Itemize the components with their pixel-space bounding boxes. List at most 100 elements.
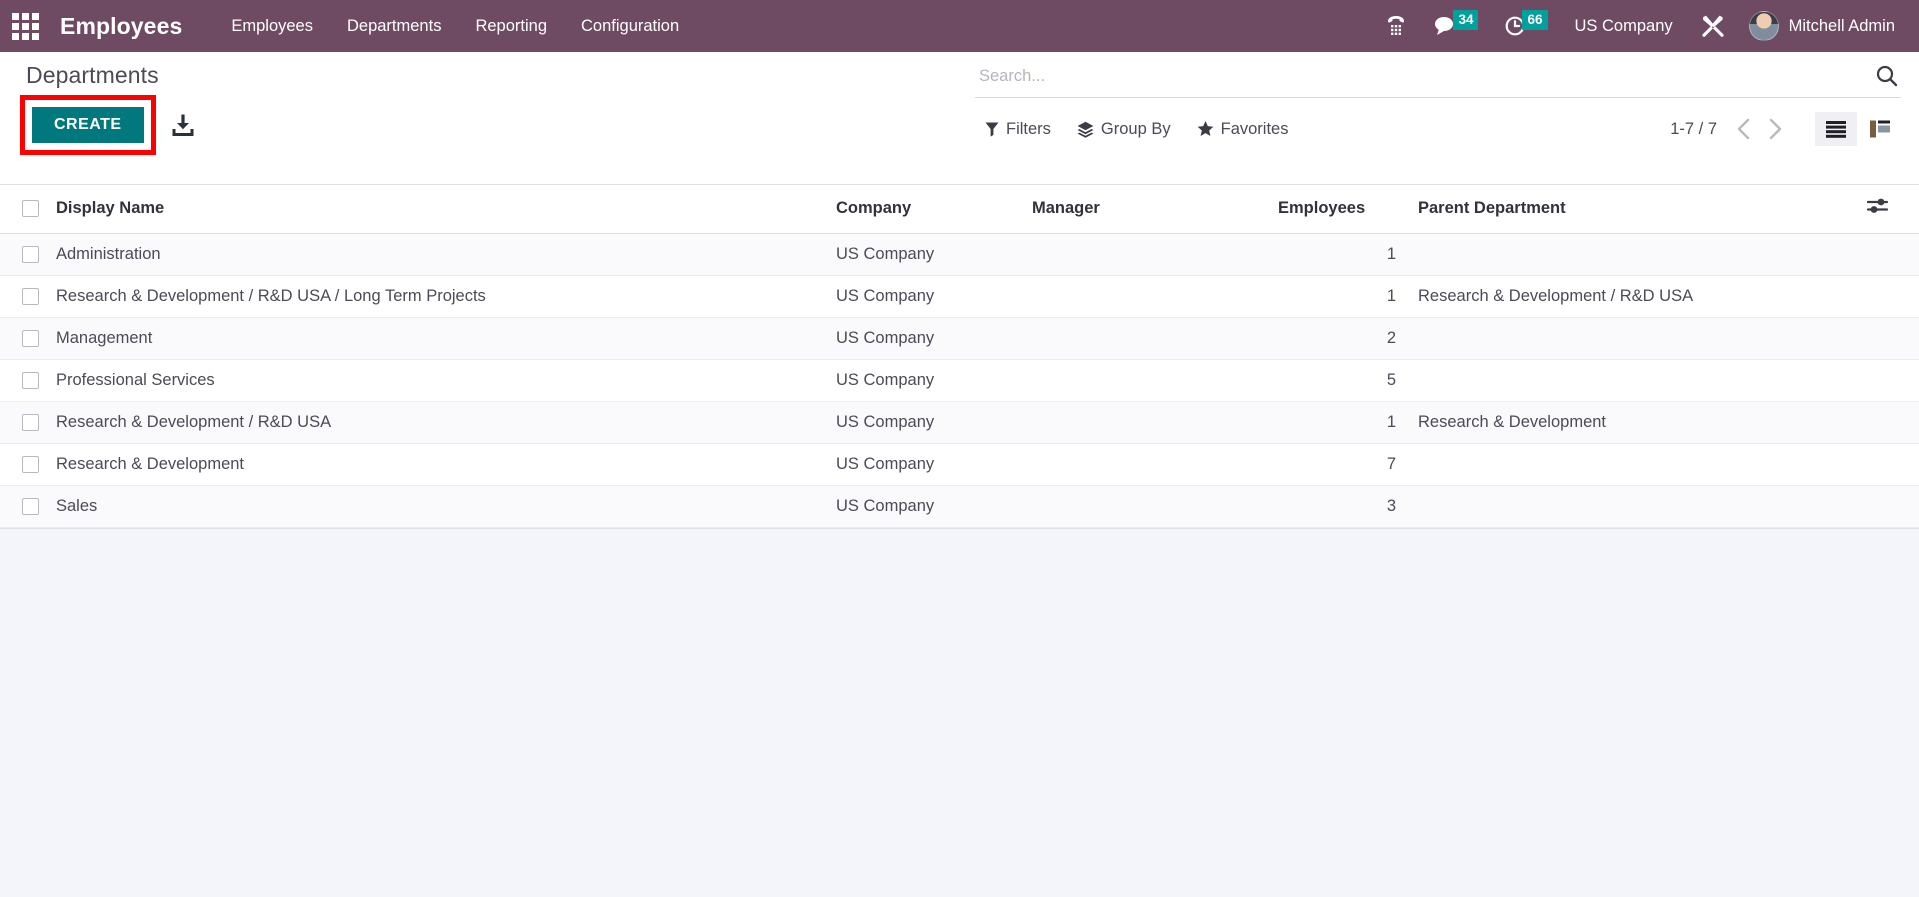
cell-display-name: Research & Development / R&D USA / Long … [52, 275, 832, 318]
cell-spacer [1863, 317, 1919, 360]
menu-item-employees[interactable]: Employees [214, 11, 330, 42]
kanban-view-icon[interactable] [1859, 112, 1901, 146]
empty-content-area [0, 529, 1919, 829]
cell-spacer [1863, 443, 1919, 486]
departments-list-view: Display Name Company Manager Employees P… [0, 185, 1919, 529]
voip-phone-button[interactable] [1372, 10, 1420, 42]
cell-manager [1028, 401, 1274, 444]
download-export-icon[interactable] [170, 112, 196, 138]
navbar-systray: 34 66 US Company Mitchell Admin [1372, 7, 1901, 45]
apps-grid-icon[interactable] [8, 9, 42, 43]
cell-company: US Company [832, 233, 1028, 276]
pager: 1-7 / 7 [1670, 112, 1901, 146]
row-checkbox[interactable] [22, 372, 39, 390]
menu-item-departments[interactable]: Departments [330, 11, 458, 42]
row-checkbox[interactable] [22, 456, 39, 474]
cell-employees: 2 [1274, 317, 1414, 360]
cell-company: US Company [832, 317, 1028, 360]
menu-item-configuration[interactable]: Configuration [564, 11, 696, 42]
row-select-cell [0, 485, 52, 528]
cell-company: US Company [832, 359, 1028, 402]
chevron-left-icon[interactable] [1729, 115, 1757, 143]
cell-parent-department [1414, 359, 1863, 402]
cell-spacer [1863, 275, 1919, 318]
cell-parent-department [1414, 233, 1863, 276]
table-row[interactable]: Professional Services US Company 5 [0, 359, 1919, 402]
main-menu: Employees Departments Reporting Configur… [214, 11, 696, 42]
filter-row: Filters Group By Favorites 1-7 / 7 [975, 112, 1901, 146]
column-header-company[interactable]: Company [832, 185, 1028, 234]
table-row[interactable]: Research & Development US Company 7 [0, 443, 1919, 486]
column-header-employees[interactable]: Employees [1274, 185, 1414, 234]
table-row[interactable]: Administration US Company 1 [0, 233, 1919, 276]
create-button[interactable]: CREATE [32, 107, 144, 143]
group-by-label: Group By [1100, 119, 1171, 138]
cell-employees: 1 [1274, 233, 1414, 276]
row-select-cell [0, 233, 52, 276]
row-checkbox[interactable] [22, 414, 39, 432]
menu-item-reporting[interactable]: Reporting [458, 11, 564, 42]
tools-icon [1700, 13, 1726, 39]
column-header-display-name[interactable]: Display Name [52, 185, 832, 234]
search-icon[interactable] [1867, 64, 1899, 88]
row-select-cell [0, 401, 52, 444]
pager-range[interactable]: 1-7 / 7 [1670, 120, 1725, 139]
row-checkbox[interactable] [22, 498, 39, 516]
cell-employees: 3 [1274, 485, 1414, 528]
settings-button[interactable] [1687, 9, 1739, 43]
table-row[interactable]: Management US Company 2 [0, 317, 1919, 360]
action-buttons: CREATE [20, 95, 196, 155]
favorites-dropdown[interactable]: Favorites [1187, 116, 1305, 143]
search-bar [975, 58, 1901, 98]
create-button-highlight: CREATE [20, 95, 156, 155]
cell-spacer [1863, 485, 1919, 528]
cell-display-name: Sales [52, 485, 832, 528]
user-name-label: Mitchell Admin [1788, 16, 1895, 35]
cell-manager [1028, 233, 1274, 276]
activities-count-badge: 66 [1522, 9, 1548, 31]
user-menu[interactable]: Mitchell Admin [1739, 7, 1901, 45]
select-all-checkbox[interactable] [22, 200, 39, 218]
view-switcher [1815, 112, 1901, 146]
activities-button[interactable]: 66 [1491, 9, 1560, 42]
filter-funnel-icon [985, 121, 999, 137]
cell-employees: 1 [1274, 401, 1414, 444]
list-view-icon[interactable] [1815, 112, 1857, 146]
row-select-cell [0, 317, 52, 360]
row-checkbox[interactable] [22, 246, 39, 264]
chevron-right-icon[interactable] [1761, 115, 1789, 143]
table-row[interactable]: Research & Development / R&D USA US Comp… [0, 401, 1919, 444]
filters-label: Filters [1006, 119, 1051, 138]
messages-button[interactable]: 34 [1420, 9, 1491, 42]
messages-count-badge: 34 [1453, 9, 1479, 31]
table-row[interactable]: Research & Development / R&D USA / Long … [0, 275, 1919, 318]
table-body: Administration US Company 1 Research & D… [0, 233, 1919, 528]
cell-company: US Company [832, 443, 1028, 486]
table-row[interactable]: Sales US Company 3 [0, 485, 1919, 528]
cell-spacer [1863, 233, 1919, 276]
layers-icon [1077, 121, 1094, 138]
user-avatar [1748, 11, 1779, 41]
cell-parent-department [1414, 443, 1863, 486]
cell-manager [1028, 359, 1274, 402]
column-header-parent-department[interactable]: Parent Department [1414, 185, 1863, 234]
optional-columns-toggle[interactable] [1863, 185, 1919, 234]
star-icon [1197, 121, 1214, 137]
sliders-icon [1867, 198, 1889, 220]
company-switcher[interactable]: US Company [1561, 11, 1687, 42]
filters-dropdown[interactable]: Filters [975, 116, 1067, 143]
app-brand-employees[interactable]: Employees [50, 13, 192, 40]
column-header-manager[interactable]: Manager [1028, 185, 1274, 234]
cell-display-name: Administration [52, 233, 832, 276]
cell-employees: 5 [1274, 359, 1414, 402]
phone-keypad-icon [1385, 14, 1407, 38]
table-header-row: Display Name Company Manager Employees P… [0, 185, 1919, 234]
cell-display-name: Research & Development / R&D USA [52, 401, 832, 444]
search-input[interactable] [977, 65, 1867, 87]
cell-spacer [1863, 359, 1919, 402]
row-checkbox[interactable] [22, 288, 39, 306]
row-checkbox[interactable] [22, 330, 39, 348]
group-by-dropdown[interactable]: Group By [1067, 116, 1187, 143]
table-header: Display Name Company Manager Employees P… [0, 185, 1919, 234]
cell-employees: 1 [1274, 275, 1414, 318]
